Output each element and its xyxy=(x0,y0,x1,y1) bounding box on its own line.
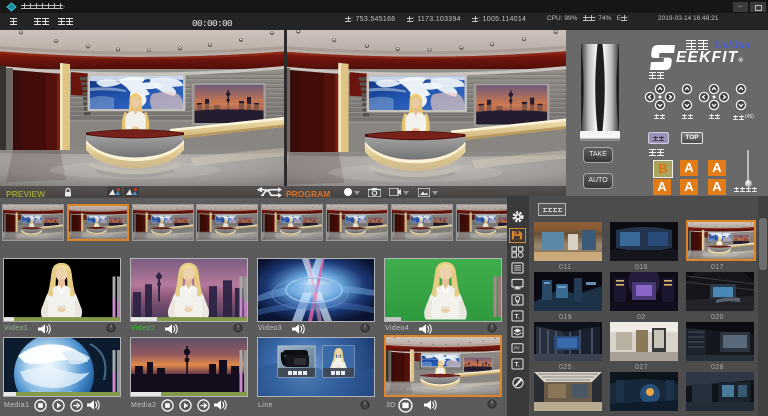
svg-text:T.: T. xyxy=(515,362,520,369)
svg-text:PV: PV xyxy=(514,346,520,351)
svg-text:T.: T. xyxy=(515,314,520,321)
